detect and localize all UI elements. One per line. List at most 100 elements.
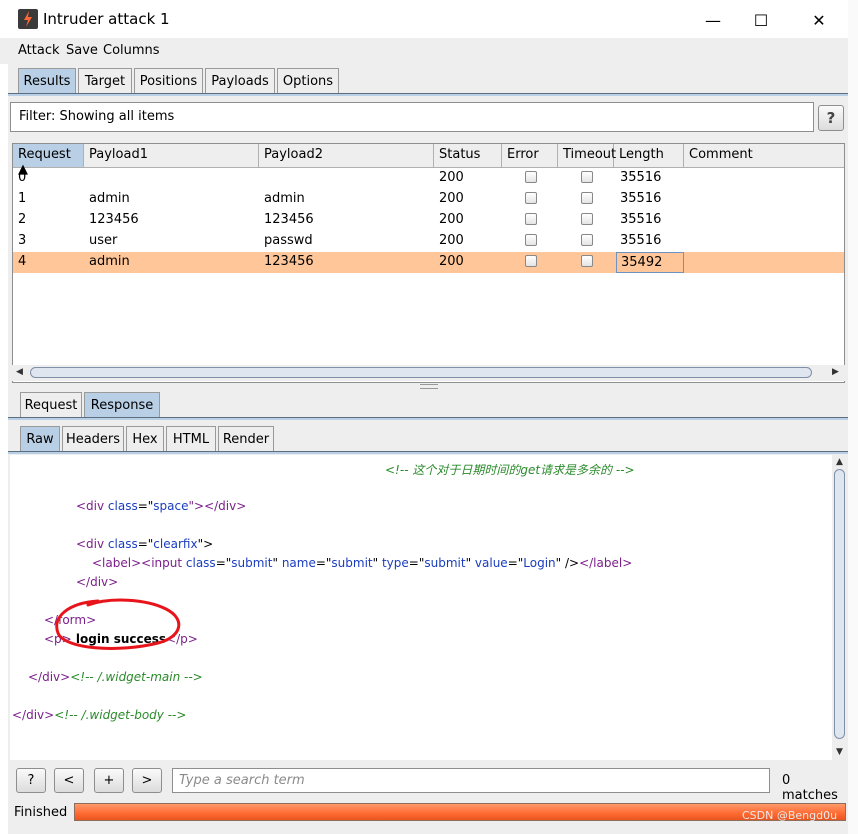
search-add-button[interactable]: + xyxy=(94,768,124,793)
title-bar: Intruder attack 1 — ☐ ✕ xyxy=(0,0,848,38)
timeout-checkbox[interactable] xyxy=(581,192,593,204)
table-row[interactable]: 2 123456 123456 200 35516 xyxy=(13,210,844,231)
error-checkbox[interactable] xyxy=(525,192,537,204)
tab-html[interactable]: HTML xyxy=(166,426,216,451)
code-tag: </div> xyxy=(28,670,71,684)
menu-attack[interactable]: Attack xyxy=(18,43,60,58)
column-payload2[interactable]: Payload2 xyxy=(259,144,434,167)
table-row[interactable]: 1 admin admin 200 35516 xyxy=(13,189,844,210)
tab-target[interactable]: Target xyxy=(78,68,132,93)
tab-render[interactable]: Render xyxy=(218,426,274,451)
tab-raw[interactable]: Raw xyxy=(20,426,60,451)
filter-bar[interactable]: Filter: Showing all items xyxy=(10,102,814,132)
burp-logo-icon xyxy=(18,9,38,29)
error-checkbox[interactable] xyxy=(525,171,537,183)
cell-length: 35516 xyxy=(620,170,662,185)
error-checkbox[interactable] xyxy=(525,255,537,267)
close-button[interactable]: ✕ xyxy=(796,6,842,34)
search-input[interactable] xyxy=(172,768,770,793)
column-status[interactable]: Status xyxy=(434,144,502,167)
horizontal-scroll-thumb[interactable] xyxy=(30,367,812,378)
error-checkbox[interactable] xyxy=(525,234,537,246)
filter-help-button[interactable]: ? xyxy=(818,105,844,131)
table-row[interactable]: 0 200 35516 xyxy=(13,168,844,189)
code-comment: <!-- /.widget-body --> xyxy=(54,708,187,722)
column-timeout[interactable]: Timeout xyxy=(558,144,616,167)
table-row[interactable]: 3 user passwd 200 35516 xyxy=(13,231,844,252)
code-value: Login xyxy=(523,556,556,570)
cell-length: 35516 xyxy=(620,212,662,227)
cell-payload1: admin xyxy=(89,254,130,269)
view-tab-underline xyxy=(8,451,848,454)
minimize-button[interactable]: — xyxy=(690,6,736,34)
scroll-up-icon[interactable]: ▲ xyxy=(836,457,843,467)
scroll-down-icon[interactable]: ▼ xyxy=(836,747,843,757)
code-punct: " xyxy=(372,556,382,570)
code-punct: =" xyxy=(137,537,154,551)
tab-underline xyxy=(8,93,848,96)
tab-headers[interactable]: Headers xyxy=(62,426,124,451)
code-punct: " xyxy=(465,556,475,570)
cell-status: 200 xyxy=(439,212,464,227)
timeout-checkbox[interactable] xyxy=(581,213,593,225)
code-punct: =" xyxy=(315,556,332,570)
tab-request[interactable]: Request xyxy=(20,392,82,417)
tab-hex[interactable]: Hex xyxy=(126,426,164,451)
table-row-selected[interactable]: 4 admin 123456 200 35492 xyxy=(13,252,844,273)
cell-payload2: 123456 xyxy=(264,212,314,227)
scroll-left-icon[interactable]: ◀ xyxy=(16,367,23,377)
timeout-checkbox[interactable] xyxy=(581,171,593,183)
search-prev-button[interactable]: < xyxy=(54,768,84,793)
column-comment[interactable]: Comment xyxy=(684,144,844,167)
code-comment: <!-- 这个对于日期时间的get请求是多余的 --> xyxy=(385,463,635,477)
results-table: Request ▲ Payload1 Payload2 Status Error… xyxy=(12,143,845,383)
code-value: clearfix xyxy=(153,537,198,551)
watermark-text: CSDN @Bengd0u xyxy=(742,809,838,822)
tab-positions[interactable]: Positions xyxy=(134,68,203,93)
cell-request: 2 xyxy=(18,212,27,227)
cell-payload1: admin xyxy=(89,191,130,206)
cell-length-focused[interactable]: 35492 xyxy=(616,252,684,273)
cell-length: 35516 xyxy=(620,233,662,248)
split-pane-grip[interactable] xyxy=(420,384,438,389)
tab-options[interactable]: Options xyxy=(277,68,339,93)
code-attr: name xyxy=(281,556,316,570)
progress-bar xyxy=(74,803,846,821)
column-length[interactable]: Length xyxy=(614,144,684,167)
code-punct: " /> xyxy=(555,556,580,570)
response-editor[interactable]: <!-- 这个对于日期时间的get请求是多余的 --> <div class="… xyxy=(10,455,832,760)
editor-vertical-scrollbar[interactable]: ▲ ▼ xyxy=(832,455,848,760)
match-count: 0 matches xyxy=(782,773,838,803)
code-line-div-clearfix: <div class="clearfix"> xyxy=(76,537,213,551)
menu-columns[interactable]: Columns xyxy=(103,43,160,58)
column-request[interactable]: Request ▲ xyxy=(13,144,84,177)
menu-save[interactable]: Save xyxy=(66,43,98,58)
menu-bar: Attack Save Columns xyxy=(0,38,848,64)
column-error[interactable]: Error xyxy=(502,144,558,167)
vertical-scroll-thumb[interactable] xyxy=(834,469,845,739)
cell-status: 200 xyxy=(439,254,464,269)
column-payload1[interactable]: Payload1 xyxy=(84,144,259,167)
code-tag: <div xyxy=(76,499,108,513)
cell-status: 200 xyxy=(439,233,464,248)
error-checkbox[interactable] xyxy=(525,213,537,225)
search-help-button[interactable]: ? xyxy=(16,768,46,793)
timeout-checkbox[interactable] xyxy=(581,234,593,246)
search-next-button[interactable]: > xyxy=(132,768,162,793)
maximize-button[interactable]: ☐ xyxy=(738,6,784,34)
timeout-checkbox[interactable] xyxy=(581,255,593,267)
code-line-widget-main: </div><!-- /.widget-main --> xyxy=(28,670,203,684)
cell-payload2: 123456 xyxy=(264,254,314,269)
tab-response[interactable]: Response xyxy=(84,392,160,417)
code-comment: <!-- /.widget-main --> xyxy=(70,670,203,684)
code-value: submit xyxy=(424,556,466,570)
intruder-window: Intruder attack 1 — ☐ ✕ Attack Save Colu… xyxy=(0,0,848,834)
cell-request: 4 xyxy=(18,254,27,269)
code-tag: <input xyxy=(141,556,186,570)
table-horizontal-scrollbar[interactable]: ◀ ▶ xyxy=(12,365,845,381)
tab-results[interactable]: Results xyxy=(18,68,76,93)
cell-request: 1 xyxy=(18,191,27,206)
scroll-right-icon[interactable]: ▶ xyxy=(832,367,839,377)
tab-payloads[interactable]: Payloads xyxy=(205,68,275,93)
code-tag: <div xyxy=(76,537,108,551)
